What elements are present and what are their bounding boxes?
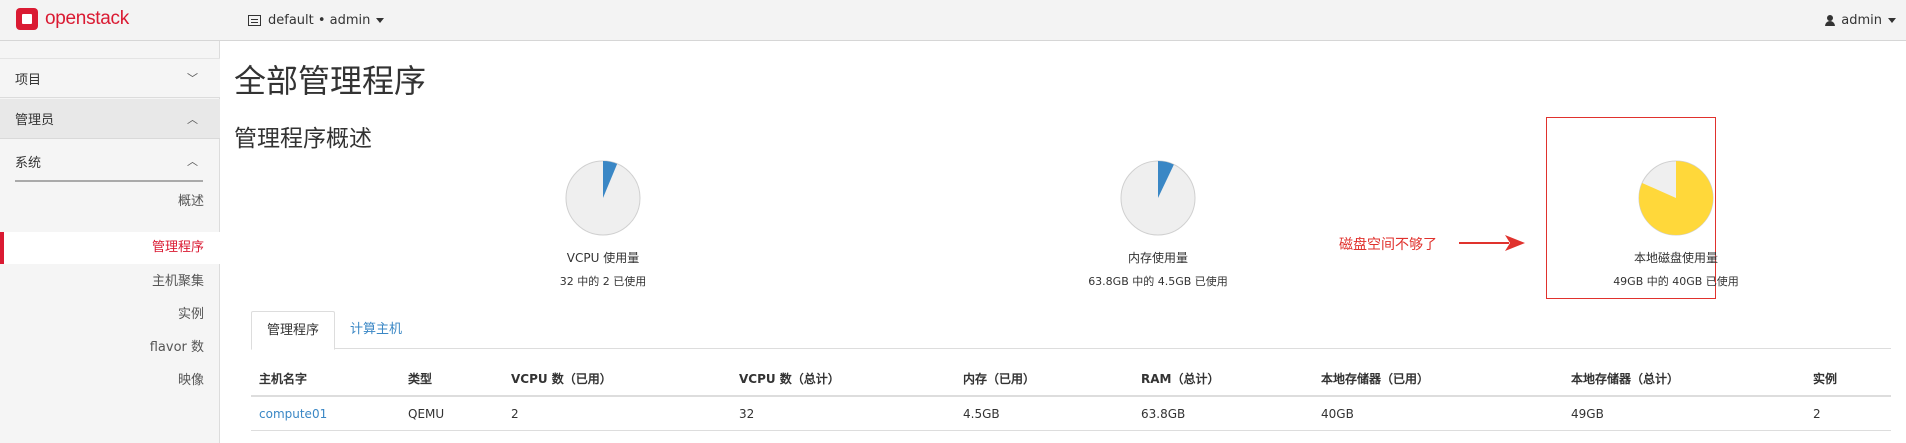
top-navbar: openstack default • admin admin (0, 0, 1906, 41)
brand-name: openstack (45, 8, 129, 29)
column-header[interactable]: 类型 (408, 361, 432, 397)
section-divider (15, 180, 203, 182)
hostname-link[interactable]: compute01 (259, 397, 327, 431)
sidebar-section-label: 项目 (15, 72, 42, 88)
column-header[interactable]: 本地存储器（已用） (1321, 361, 1429, 397)
project-icon (248, 15, 261, 26)
table-cell: QEMU (408, 407, 445, 421)
project-selector-label: default • admin (268, 13, 371, 28)
caret-down-icon (376, 18, 385, 23)
sidebar-item-overview[interactable]: 概述 (0, 186, 220, 218)
tab-compute-hosts[interactable]: 计算主机 (335, 311, 417, 350)
tab-bar: 管理程序 计算主机 (251, 311, 1891, 350)
table-cell: 2 (1813, 407, 1821, 421)
page-title: 全部管理程序 (234, 62, 427, 100)
column-header[interactable]: VCPU 数（总计） (739, 361, 840, 397)
chart-detail: 63.8GB 中的 4.5GB 已使用 (1088, 275, 1228, 288)
user-menu[interactable]: admin (1825, 13, 1896, 28)
column-header[interactable]: 主机名字 (259, 361, 307, 397)
chevron-down-icon: ﹀ (187, 72, 198, 85)
table-cell: 2 (511, 407, 519, 421)
sidebar-section-system[interactable]: 系统 ︿ (0, 141, 220, 181)
table-cell: 40GB (1321, 407, 1354, 421)
column-header[interactable]: 内存（已用） (963, 361, 1035, 397)
project-selector[interactable]: default • admin (248, 13, 385, 28)
sidebar-section-project[interactable]: 项目 ﹀ (0, 58, 220, 98)
column-header[interactable]: 实例 (1813, 361, 1837, 397)
annotation-text: 磁盘空间不够了 (1339, 237, 1437, 253)
sidebar: 项目 ﹀ 管理员 ︿ 系统 ︿ 概述 管理程序 主机聚集 实例 flavor 数… (0, 41, 220, 443)
sidebar-item-instances[interactable]: 实例 (0, 299, 220, 331)
sidebar-item-host-aggregates[interactable]: 主机聚集 (0, 266, 220, 298)
column-header[interactable]: 本地存储器（总计） (1571, 361, 1679, 397)
chart-detail: 49GB 中的 40GB 已使用 (1613, 275, 1739, 288)
sidebar-item-hypervisors[interactable]: 管理程序 (0, 232, 220, 264)
table-cell: 32 (739, 407, 755, 421)
chevron-up-icon: ︿ (187, 112, 198, 126)
tab-hypervisors[interactable]: 管理程序 (251, 311, 336, 350)
user-icon (1825, 15, 1836, 26)
table-cell: 63.8GB (1141, 407, 1186, 421)
caret-down-icon (1888, 18, 1896, 23)
chart-label: VCPU 使用量 (566, 251, 640, 265)
disk-usage-chart: 本地磁盘使用量 49GB 中的 40GB 已使用 (1546, 159, 1806, 289)
table-header: 主机名字 类型 VCPU 数（已用） VCPU 数（总计） 内存（已用） RAM… (251, 361, 1891, 397)
memory-pie (1120, 160, 1196, 236)
table-cell: 49GB (1571, 407, 1604, 421)
main-content: 全部管理程序 管理程序概述 VCPU 使用量 32 中的 2 已使用 内存使用量… (221, 41, 1906, 443)
chart-detail: 32 中的 2 已使用 (559, 275, 647, 288)
vcpu-pie (565, 160, 641, 236)
arrow-right-icon (1459, 235, 1525, 251)
sidebar-section-label: 系统 (15, 155, 42, 171)
column-header[interactable]: VCPU 数（已用） (511, 361, 612, 397)
sidebar-item-images[interactable]: 映像 (0, 365, 220, 397)
vcpu-usage-chart: VCPU 使用量 32 中的 2 已使用 (473, 159, 733, 289)
sidebar-section-admin[interactable]: 管理员 ︿ (0, 99, 220, 139)
chevron-up-icon: ︿ (187, 155, 198, 168)
memory-usage-chart: 内存使用量 63.8GB 中的 4.5GB 已使用 (1028, 159, 1288, 289)
openstack-logo-icon (16, 8, 38, 30)
chart-label: 本地磁盘使用量 (1633, 251, 1718, 265)
brand[interactable]: openstack (16, 8, 129, 30)
table-cell: 4.5GB (963, 407, 1000, 421)
disk-pie (1638, 160, 1714, 236)
column-header[interactable]: RAM（总计） (1141, 361, 1219, 397)
chart-label: 内存使用量 (1127, 251, 1188, 265)
hypervisor-table: 主机名字 类型 VCPU 数（已用） VCPU 数（总计） 内存（已用） RAM… (251, 361, 1891, 431)
table-row: compute01 QEMU 2 32 4.5GB 63.8GB 40GB 49… (251, 397, 1891, 431)
sidebar-section-label: 管理员 (15, 113, 55, 128)
sidebar-item-flavors[interactable]: flavor 数 (0, 332, 220, 364)
section-title: 管理程序概述 (234, 126, 372, 152)
user-name: admin (1841, 13, 1882, 28)
